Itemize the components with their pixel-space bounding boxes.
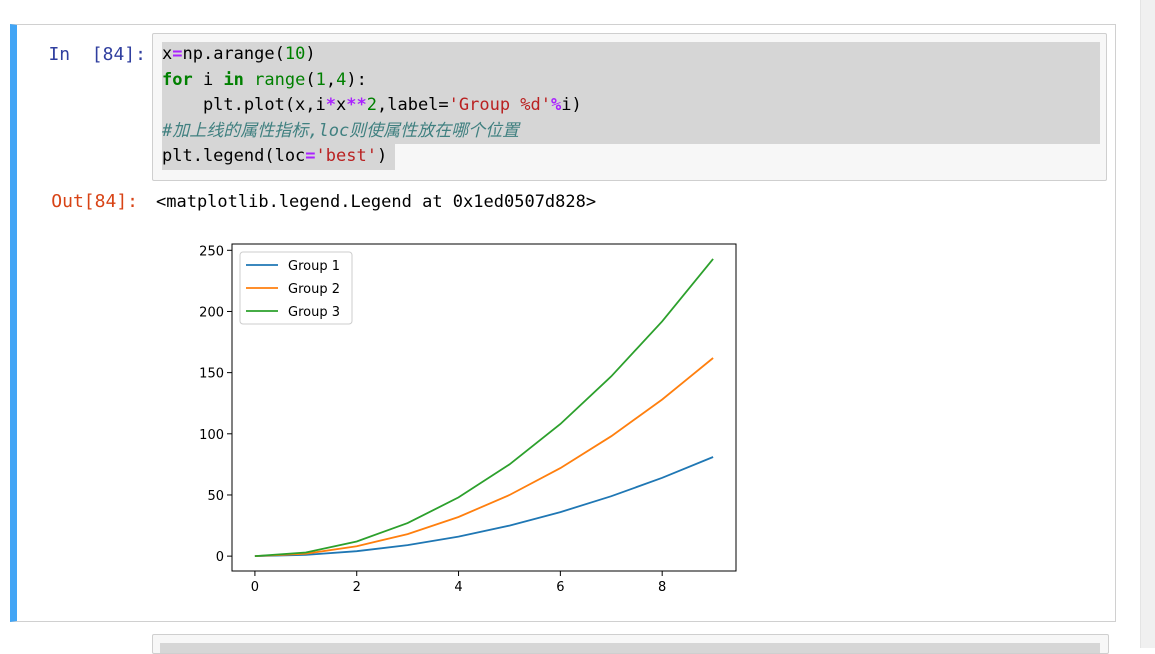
legend-label-1: Group 1 <box>288 259 340 274</box>
output-text: <matplotlib.legend.Legend at 0x1ed0507d8… <box>156 192 597 212</box>
x-tick-label-4: 4 <box>454 580 462 595</box>
x-tick-label-6: 6 <box>556 580 564 595</box>
input-prompt: In [84]: <box>48 44 146 65</box>
legend-label-2: Group 2 <box>288 282 340 297</box>
chart-svg: 0 2 4 6 8 0 50 100 150 200 250 Group 1 Group 2 Group … <box>199 243 737 595</box>
y-tick-label-150: 150 <box>199 367 224 382</box>
x-tick-label-0: 0 <box>251 580 259 595</box>
page-scrollbar[interactable] <box>1140 0 1155 648</box>
code-line-1: x=np.arange(10) <box>162 42 1100 68</box>
x-tick-label-8: 8 <box>658 580 666 595</box>
code-line-5: plt.legend(loc='best') <box>162 144 395 170</box>
y-tick-label-0: 0 <box>216 550 224 565</box>
x-tick-label-2: 2 <box>353 580 361 595</box>
code-line-2: for i in range(1,4): <box>162 67 1100 93</box>
next-code-line <box>160 643 1100 653</box>
y-tick-label-50: 50 <box>207 489 224 504</box>
code-editor[interactable]: x=np.arange(10) for i in range(1,4): plt… <box>162 42 1100 170</box>
code-line-4: #加上线的属性指标,loc则使属性放在哪个位置 <box>162 118 1100 144</box>
line-chart: 0 2 4 6 8 0 50 100 150 200 250 Group 1 Group 2 Group … <box>180 232 760 612</box>
series-line-2 <box>254 357 714 557</box>
code-line-3: plt.plot(x,i*x**2,label='Group %d'%i) <box>162 93 1100 119</box>
legend-label-3: Group 3 <box>288 305 340 320</box>
y-tick-label-250: 250 <box>199 244 224 259</box>
output-prompt: Out[84]: <box>51 191 138 212</box>
y-tick-label-100: 100 <box>199 428 224 443</box>
y-tick-label-200: 200 <box>199 305 224 320</box>
